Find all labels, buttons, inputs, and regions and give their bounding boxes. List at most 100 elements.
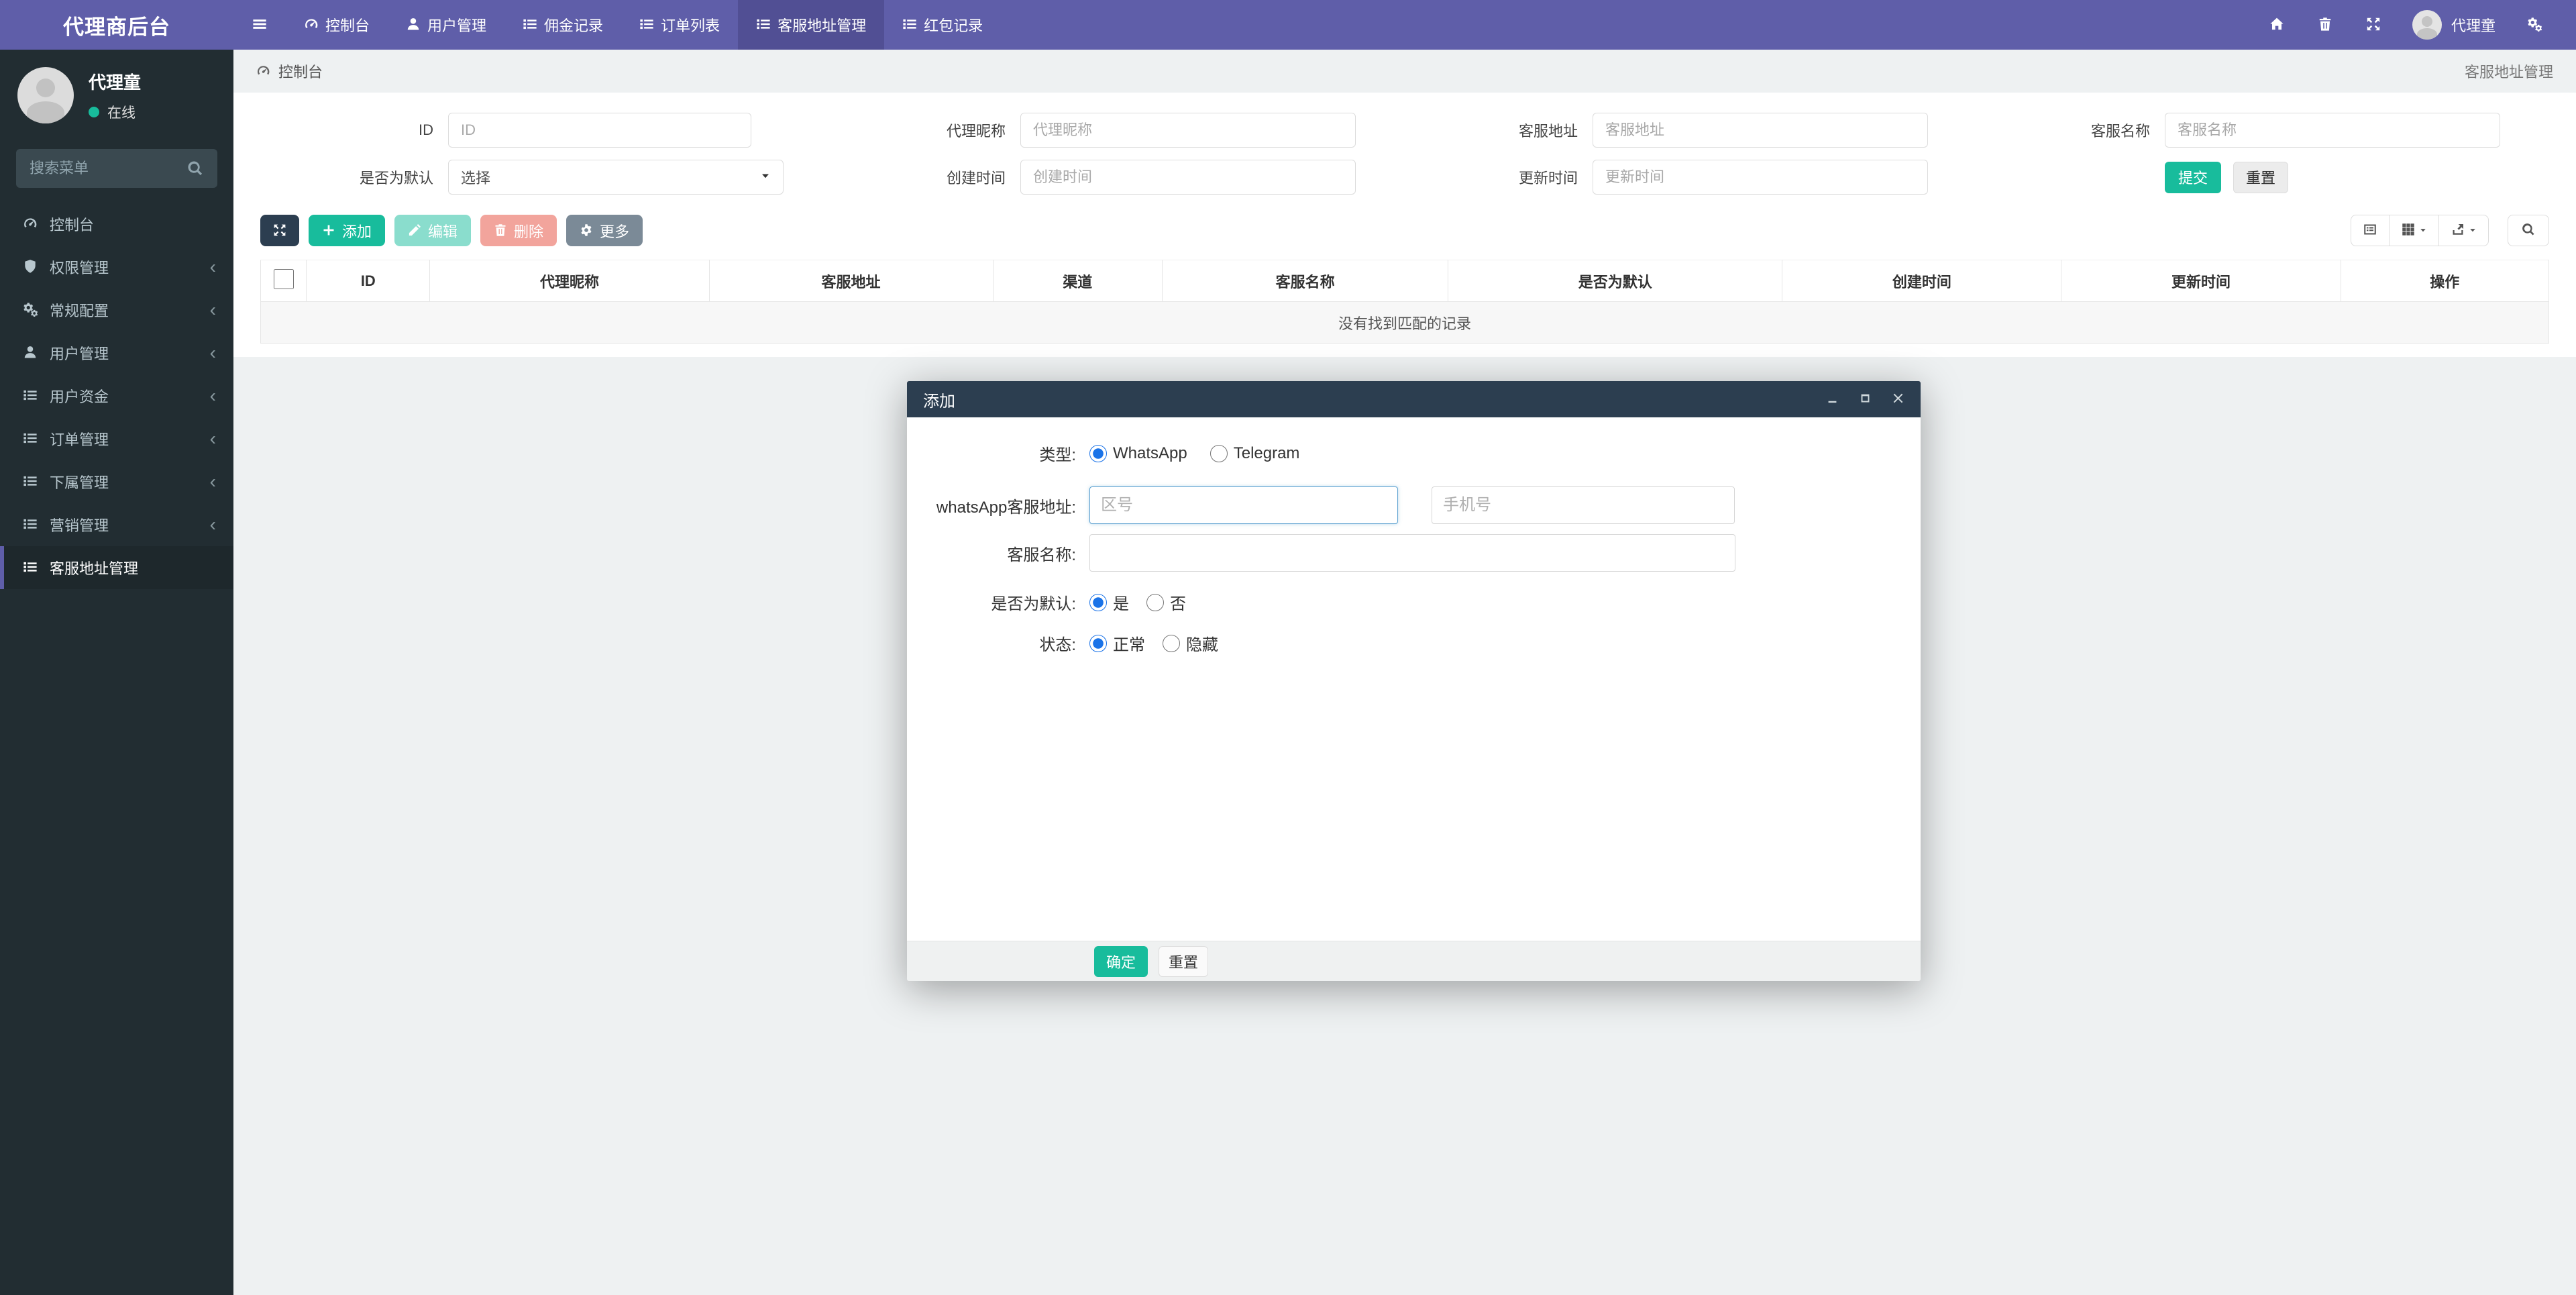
filter-id-input[interactable] bbox=[448, 113, 751, 148]
dialog-titlebar[interactable]: 添加 bbox=[907, 381, 1921, 417]
col-id[interactable]: ID bbox=[307, 260, 430, 302]
dialog-reset-button[interactable]: 重置 bbox=[1159, 946, 1208, 977]
gauge-icon bbox=[23, 215, 38, 233]
navbar-right: 代理童 bbox=[2253, 0, 2576, 50]
home-button[interactable] bbox=[2253, 0, 2301, 50]
more-button[interactable]: 更多 bbox=[566, 215, 643, 246]
clear-cache-button[interactable] bbox=[2301, 0, 2349, 50]
col-created-at[interactable]: 创建时间 bbox=[1782, 260, 2061, 302]
chevron-left-icon: ‹ bbox=[210, 301, 216, 319]
confirm-button[interactable]: 确定 bbox=[1094, 946, 1148, 977]
breadcrumb-location[interactable]: 控制台 bbox=[278, 60, 323, 82]
filter-address-input[interactable] bbox=[1593, 113, 1928, 148]
gauge-icon bbox=[304, 16, 319, 34]
phone-number-input[interactable] bbox=[1432, 486, 1735, 524]
list-icon bbox=[523, 16, 537, 34]
sidebar-item-subordinate[interactable]: 下属管理 ‹ bbox=[0, 460, 233, 503]
area-code-input[interactable] bbox=[1089, 486, 1398, 524]
refresh-button[interactable] bbox=[260, 215, 299, 246]
close-icon[interactable] bbox=[1892, 392, 1904, 407]
columns-toggle-button[interactable] bbox=[2390, 215, 2439, 246]
filter-created-input[interactable] bbox=[1020, 160, 1356, 195]
edit-button[interactable]: 编辑 bbox=[394, 215, 471, 246]
delete-button[interactable]: 删除 bbox=[480, 215, 557, 246]
radio-status-normal[interactable]: 正常 bbox=[1089, 631, 1145, 655]
data-panel: ID 代理昵称 客服地址 客服名称 是否为默认 选择 bbox=[233, 93, 2576, 357]
breadcrumb-page: 客服地址管理 bbox=[2465, 60, 2553, 82]
list-icon bbox=[23, 430, 38, 448]
service-name-input[interactable] bbox=[1089, 534, 1735, 572]
user-icon bbox=[23, 344, 38, 362]
user-menu[interactable]: 代理童 bbox=[2398, 10, 2510, 40]
sidebar-item-general-config[interactable]: 常规配置 ‹ bbox=[0, 289, 233, 331]
chevron-left-icon: ‹ bbox=[210, 344, 216, 362]
col-updated-at[interactable]: 更新时间 bbox=[2061, 260, 2341, 302]
nav-item-commission[interactable]: 佣金记录 bbox=[504, 0, 621, 50]
select-all-checkbox[interactable] bbox=[274, 269, 294, 289]
list-icon bbox=[902, 16, 917, 34]
plus-icon bbox=[322, 222, 335, 240]
reset-button[interactable]: 重置 bbox=[2233, 162, 2288, 193]
settings-button[interactable] bbox=[2510, 0, 2559, 50]
nav-item-dashboard[interactable]: 控制台 bbox=[286, 0, 388, 50]
radio-telegram[interactable]: Telegram bbox=[1210, 444, 1300, 463]
col-actions: 操作 bbox=[2341, 260, 2548, 302]
detail-view-button[interactable] bbox=[2351, 215, 2390, 246]
status-label: 状态: bbox=[907, 631, 1089, 655]
sidebar-item-user-funds[interactable]: 用户资金 ‹ bbox=[0, 374, 233, 417]
radio-default-yes[interactable]: 是 bbox=[1089, 590, 1129, 614]
filter-updated-input[interactable] bbox=[1593, 160, 1928, 195]
filter-default-select[interactable]: 选择 bbox=[448, 160, 784, 195]
gauge-icon bbox=[256, 62, 270, 80]
filter-address-label: 客服地址 bbox=[1405, 119, 1593, 141]
col-channel[interactable]: 渠道 bbox=[993, 260, 1162, 302]
filter-name-input[interactable] bbox=[2165, 113, 2500, 148]
chevron-left-icon: ‹ bbox=[210, 429, 216, 448]
radio-status-hidden[interactable]: 隐藏 bbox=[1163, 631, 1218, 655]
list-icon bbox=[23, 387, 38, 405]
list-alt-icon bbox=[2363, 223, 2377, 239]
top-navbar: 代理商后台 控制台 用户管理 佣金记录 订单列表 客服地址管理 红包记录 bbox=[0, 0, 2576, 50]
main-content: 控制台 客服地址管理 ID 代理昵称 客服地址 客服名称 是否为默认 bbox=[233, 50, 2576, 357]
col-service-address[interactable]: 客服地址 bbox=[709, 260, 993, 302]
submit-button[interactable]: 提交 bbox=[2165, 162, 2221, 193]
list-icon bbox=[23, 516, 38, 533]
nav-item-orders[interactable]: 订单列表 bbox=[621, 0, 738, 50]
sidebar-item-permissions[interactable]: 权限管理 ‹ bbox=[0, 246, 233, 289]
pencil-icon bbox=[408, 222, 421, 240]
breadcrumb: 控制台 客服地址管理 bbox=[233, 50, 2576, 93]
radio-whatsapp[interactable]: WhatsApp bbox=[1089, 444, 1187, 463]
sidebar-item-marketing[interactable]: 营销管理 ‹ bbox=[0, 503, 233, 546]
sidebar-item-order-management[interactable]: 订单管理 ‹ bbox=[0, 417, 233, 460]
list-icon bbox=[23, 473, 38, 490]
table-search-button[interactable] bbox=[2508, 215, 2549, 246]
gears-icon bbox=[2527, 16, 2542, 34]
sidebar-item-service-address[interactable]: 客服地址管理 bbox=[0, 546, 233, 589]
col-service-name[interactable]: 客服名称 bbox=[1162, 260, 1448, 302]
sidebar-item-dashboard[interactable]: 控制台 bbox=[0, 203, 233, 246]
sidebar-item-user-management[interactable]: 用户管理 ‹ bbox=[0, 331, 233, 374]
search-icon[interactable] bbox=[186, 159, 204, 180]
filter-created-label: 创建时间 bbox=[833, 166, 1020, 188]
nav-item-redpacket[interactable]: 红包记录 bbox=[884, 0, 1001, 50]
gears-icon bbox=[23, 301, 38, 319]
type-label: 类型: bbox=[907, 442, 1089, 465]
maximize-icon[interactable] bbox=[1859, 392, 1872, 407]
nav-item-service-address[interactable]: 客服地址管理 bbox=[738, 0, 884, 50]
fullscreen-button[interactable] bbox=[2349, 0, 2398, 50]
add-button[interactable]: 添加 bbox=[309, 215, 385, 246]
col-is-default[interactable]: 是否为默认 bbox=[1448, 260, 1782, 302]
nav-item-users[interactable]: 用户管理 bbox=[388, 0, 504, 50]
export-button[interactable] bbox=[2439, 215, 2489, 246]
sidebar-menu: 控制台 权限管理 ‹ 常规配置 ‹ 用户管理 ‹ 用户资金 ‹ 订单管理 ‹ bbox=[0, 203, 233, 589]
app-brand: 代理商后台 bbox=[0, 0, 233, 50]
sidebar-user-name: 代理童 bbox=[89, 69, 141, 94]
col-agent-nickname[interactable]: 代理昵称 bbox=[430, 260, 709, 302]
minimize-icon[interactable] bbox=[1826, 392, 1839, 407]
home-icon bbox=[2269, 16, 2284, 34]
filter-updated-label: 更新时间 bbox=[1405, 166, 1593, 188]
radio-default-no[interactable]: 否 bbox=[1146, 590, 1186, 614]
sidebar-toggle-button[interactable] bbox=[233, 0, 286, 50]
export-icon bbox=[2451, 223, 2465, 239]
filter-agent-input[interactable] bbox=[1020, 113, 1356, 148]
